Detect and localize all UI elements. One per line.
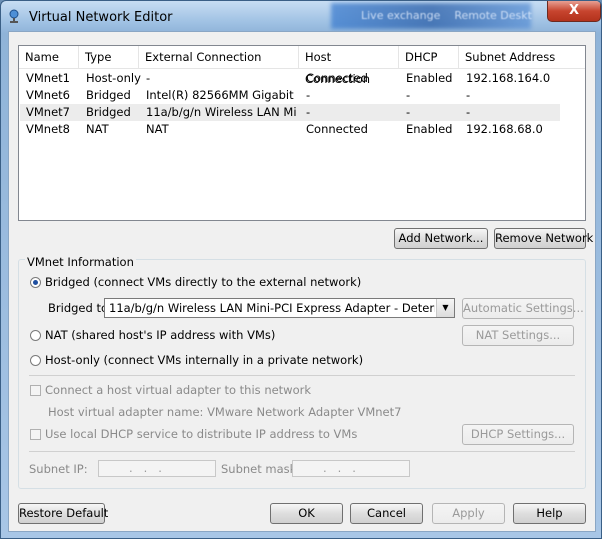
cell-subnet-address: - xyxy=(466,88,471,102)
virtual-network-editor-window: Live exchange Remote Deskt Virtual Netwo… xyxy=(0,0,602,539)
subnet-mask-placeholder: . . . xyxy=(323,461,356,475)
connect-adapter-label[interactable]: Connect a host virtual adapter to this n… xyxy=(45,383,311,397)
cancel-button[interactable]: Cancel xyxy=(350,503,423,524)
list-header: Name Type External Connection Host Conne… xyxy=(19,46,585,86)
subnet-mask-label: Subnet mask: xyxy=(221,462,301,476)
cell-name: VMnet1 xyxy=(26,71,70,85)
column-header-type[interactable]: Type xyxy=(79,46,139,68)
automatic-settings-button[interactable]: Automatic Settings... xyxy=(462,298,584,319)
help-button[interactable]: Help xyxy=(513,503,586,524)
cell-subnet-address: - xyxy=(466,105,471,119)
table-row[interactable]: VMnet8 NAT NAT Connected Enabled 192.168… xyxy=(20,121,560,138)
table-row-selected[interactable]: VMnet7 Bridged 11a/b/g/n Wireless LAN Mi… xyxy=(20,104,560,121)
cell-subnet-address: 192.168.68.0 xyxy=(466,122,543,136)
remove-network-button[interactable]: Remove Network xyxy=(494,228,593,249)
vmnet-information-label: VMnet Information xyxy=(25,255,136,269)
bridged-radio[interactable] xyxy=(30,277,41,288)
connect-adapter-checkbox[interactable] xyxy=(30,385,41,396)
host-only-radio-label[interactable]: Host-only (connect VMs internally in a p… xyxy=(45,353,363,367)
cell-host-connection: - xyxy=(306,88,311,102)
cell-name: VMnet8 xyxy=(26,122,70,136)
adapter-name-text: Host virtual adapter name: VMware Networ… xyxy=(48,405,402,419)
subnet-ip-placeholder: . . . xyxy=(129,461,162,475)
restore-default-button[interactable]: Restore Default xyxy=(18,503,108,524)
cell-type: Bridged xyxy=(86,105,131,119)
cell-external-connection: Intel(R) 82566MM Gigabit N... xyxy=(146,88,296,102)
title-bar[interactable]: Live exchange Remote Deskt Virtual Netwo… xyxy=(1,1,601,31)
cell-host-connection: Connected xyxy=(306,122,368,136)
vmnet-information-group xyxy=(18,259,586,489)
cell-type: NAT xyxy=(86,122,109,136)
column-header-host-connection[interactable]: Host Connection xyxy=(299,46,399,86)
cell-dhcp: - xyxy=(406,105,411,119)
cell-external-connection: - xyxy=(146,71,151,85)
column-header-name[interactable]: Name xyxy=(19,46,79,68)
nat-radio-label[interactable]: NAT (shared host's IP address with VMs) xyxy=(45,328,275,342)
cell-name: VMnet6 xyxy=(26,88,70,102)
column-header-subnet-address[interactable]: Subnet Address xyxy=(459,46,585,68)
bridged-to-label: Bridged to: xyxy=(48,301,112,315)
close-button[interactable]: X xyxy=(547,1,601,22)
cell-dhcp: Enabled xyxy=(406,71,453,85)
cell-host-connection: Connected xyxy=(306,71,368,85)
ok-button[interactable]: OK xyxy=(270,503,343,524)
cell-name: VMnet7 xyxy=(26,105,70,119)
network-list[interactable]: Name Type External Connection Host Conne… xyxy=(18,45,586,221)
dialog-client-area: Name Type External Connection Host Conne… xyxy=(8,31,596,532)
column-header-external-connection[interactable]: External Connection xyxy=(139,46,299,68)
column-header-dhcp[interactable]: DHCP xyxy=(399,46,459,68)
subnet-ip-label: Subnet IP: xyxy=(29,462,88,476)
bridged-radio-label[interactable]: Bridged (connect VMs directly to the ext… xyxy=(45,275,361,289)
cell-host-connection: - xyxy=(306,105,311,119)
dhcp-settings-button[interactable]: DHCP Settings... xyxy=(462,424,574,445)
separator xyxy=(29,375,575,376)
cell-external-connection: NAT xyxy=(146,122,169,136)
vmware-network-icon xyxy=(9,9,19,23)
subnet-ip-field[interactable]: . . . xyxy=(98,460,216,477)
cell-type: Bridged xyxy=(86,88,131,102)
use-dhcp-label[interactable]: Use local DHCP service to distribute IP … xyxy=(45,427,357,441)
apply-button[interactable]: Apply xyxy=(432,503,505,524)
table-row[interactable]: VMnet6 Bridged Intel(R) 82566MM Gigabit … xyxy=(20,87,560,104)
window-title: Virtual Network Editor xyxy=(29,10,173,25)
nat-settings-button[interactable]: NAT Settings... xyxy=(462,325,574,346)
cell-dhcp: Enabled xyxy=(406,122,453,136)
host-only-radio[interactable] xyxy=(30,355,41,366)
bridged-to-dropdown[interactable]: 11a/b/g/n Wireless LAN Mini-PCI Express … xyxy=(104,298,455,318)
cell-subnet-address: 192.168.164.0 xyxy=(466,71,551,85)
table-row[interactable]: VMnet1 Host-only - Connected Enabled 192… xyxy=(20,70,560,87)
subnet-mask-field[interactable]: . . . xyxy=(292,460,410,477)
separator xyxy=(29,451,575,452)
bridged-to-value: 11a/b/g/n Wireless LAN Mini-PCI Express … xyxy=(109,301,435,315)
dropdown-arrow-icon[interactable]: ▼ xyxy=(436,299,454,317)
cell-type: Host-only xyxy=(86,71,141,85)
add-network-button[interactable]: Add Network... xyxy=(394,228,488,249)
nat-radio[interactable] xyxy=(30,330,41,341)
cell-external-connection: 11a/b/g/n Wireless LAN Mini... xyxy=(146,105,296,119)
background-window-titles: Live exchange Remote Deskt xyxy=(361,9,532,22)
cell-dhcp: - xyxy=(406,88,411,102)
use-dhcp-checkbox[interactable] xyxy=(30,429,41,440)
